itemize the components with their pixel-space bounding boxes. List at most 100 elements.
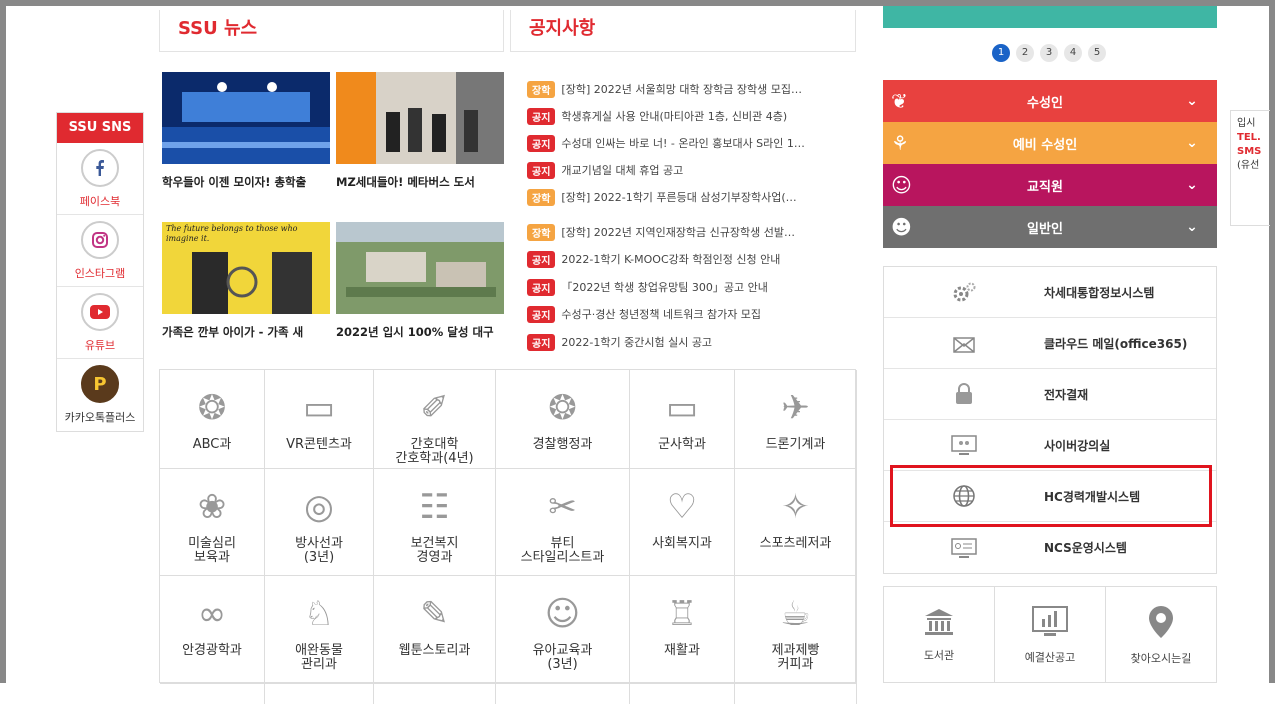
instagram-icon (81, 220, 119, 259)
notice-item[interactable]: 공지 수성구·경산 청년정책 네트워크 참가자 모집 (527, 304, 847, 324)
department-item[interactable]: ✂ 뷰티 스타일리스트과 (496, 469, 630, 576)
department-item[interactable]: ♡ 사회복지과 (630, 469, 735, 576)
department-item[interactable]: ▭ 군사학과 (630, 370, 735, 469)
department-item[interactable]: ❂ 경찰행정과 (496, 370, 630, 469)
department-item[interactable]: ✎ 웹툰스토리과 (374, 576, 496, 684)
department-item[interactable]: ✧ 스포츠레저과 (735, 469, 857, 576)
role-menu-students[interactable]: ❦ 수성인 ⌄ (883, 80, 1217, 122)
notice-badge: 공지 (527, 134, 556, 152)
page-dot[interactable]: 5 (1088, 44, 1106, 62)
department-item[interactable]: ✐ 간호대학 간호학과(4년) (374, 370, 496, 469)
role-label: 수성인 (1027, 95, 1063, 111)
lock-icon (884, 382, 1044, 406)
system-link[interactable]: 사이버강의실 (884, 420, 1216, 471)
system-label: 클라우드 메일(office365) (1044, 336, 1188, 351)
notice-item[interactable]: 공지 학생휴게실 사용 안내(마티아관 1층, 신비관 4층) (527, 106, 847, 126)
department-label: 애완동물 관리과 (295, 643, 343, 672)
banner-slide[interactable] (883, 6, 1217, 28)
role-menu-prospective[interactable]: ⚘ 예비 수성인 ⌄ (883, 122, 1217, 164)
notice-badge: 공지 (527, 333, 556, 351)
sns-sidebar: SSU SNS 페이스북 인스타그램 유튜브 P 카카오톡플러스 (56, 112, 144, 432)
notice-badge: 공지 (527, 161, 556, 179)
news-item[interactable]: MZ세대들아! 메타버스 도서 (336, 72, 504, 190)
system-link[interactable]: NCS운영시스템 (884, 522, 1216, 573)
department-item[interactable]: ☕ 제과제빵 커피과 (735, 576, 857, 684)
notice-text: 학생휴게실 사용 안내(마티아관 1층, 신비관 4층) (561, 110, 788, 123)
notice-text: [장학] 2022년 지역인재장학금 신규장학생 선발… (561, 226, 796, 239)
notice-text: [장학] 2022-1학기 푸른등대 삼성기부장학사업(… (561, 191, 797, 204)
rehab-icon: ♖ (666, 594, 698, 634)
notice-badge: 공지 (527, 250, 556, 268)
department-item-partial[interactable] (735, 684, 857, 704)
notice-item[interactable]: 공지 2022-1학기 중간시험 실시 공고 (527, 332, 847, 352)
system-label: 전자결재 (1044, 387, 1089, 402)
system-link[interactable]: 차세대통합정보시스템 (884, 267, 1216, 318)
facebook-icon (81, 148, 119, 187)
heart-hands-icon: ♡ (666, 487, 698, 527)
sns-kakao[interactable]: P 카카오톡플러스 (57, 359, 143, 431)
page-dot[interactable]: 4 (1064, 44, 1082, 62)
notice-item[interactable]: 공지 수성대 인싸는 바로 너! - 온라인 홍보대사 S라인 1… (527, 133, 847, 153)
sns-facebook[interactable]: 페이스북 (57, 143, 143, 215)
system-link[interactable]: 클라우드 메일(office365) (884, 318, 1216, 369)
department-item-partial[interactable] (630, 684, 735, 704)
department-item-partial[interactable] (265, 684, 374, 704)
page-dot[interactable]: 2 (1016, 44, 1034, 62)
notice-item[interactable]: 장학 [장학] 2022년 서울희망 대학 장학금 장학생 모집… (527, 79, 847, 99)
system-link[interactable]: 전자결재 (884, 369, 1216, 420)
department-item[interactable]: ♘ 애완동물 관리과 (265, 576, 374, 684)
quick-link-directions[interactable]: 찾아오시는길 (1106, 587, 1216, 682)
notice-item[interactable]: 공지 「2022년 학생 창업유망팀 300」공고 안내 (527, 277, 847, 297)
page-dot[interactable]: 1 (992, 44, 1010, 62)
chevron-down-icon: ⌄ (1186, 135, 1198, 151)
department-item-partial[interactable] (160, 684, 265, 704)
drone-icon: ✈ (781, 388, 810, 428)
notice-section-title[interactable]: 공지사항 (510, 10, 856, 52)
notice-badge: 공지 (527, 278, 556, 296)
news-item[interactable]: The future belongs to those who imagine … (162, 222, 330, 340)
notice-item[interactable]: 공지 개교기념일 대체 휴업 공고 (527, 160, 847, 180)
news-item[interactable]: 학우들아 이젠 모이자! 총학출 (162, 72, 330, 190)
notice-text: [장학] 2022년 서울희망 대학 장학금 장학생 모집… (561, 83, 803, 96)
notice-text: 수성대 인싸는 바로 너! - 온라인 홍보대사 S라인 1… (561, 137, 805, 150)
sns-instagram[interactable]: 인스타그램 (57, 215, 143, 287)
quick-link-budget[interactable]: 예결산공고 (995, 587, 1106, 682)
quick-link-library[interactable]: 도서관 (884, 587, 995, 682)
news-item[interactable]: 2022년 입시 100% 달성 대구 (336, 222, 504, 340)
sns-title: SSU SNS (57, 113, 143, 143)
department-item[interactable]: ☷ 보건복지 경영과 (374, 469, 496, 576)
department-item[interactable]: ▭ VR콘텐츠과 (265, 370, 374, 469)
department-item[interactable]: ☺ 유아교육과 (3년) (496, 576, 630, 684)
window-frame-left (0, 0, 6, 683)
department-label: 스포츠레저과 (759, 536, 832, 551)
system-links: 차세대통합정보시스템 클라우드 메일(office365) 전자결재 사이버강의… (883, 266, 1217, 574)
department-item[interactable]: ◎ 방사선과 (3년) (265, 469, 374, 576)
youtube-icon (81, 292, 119, 331)
chart-board-icon (1032, 605, 1068, 636)
staff-icon: ☺ (891, 173, 912, 197)
page-dot[interactable]: 3 (1040, 44, 1058, 62)
notice-item[interactable]: 장학 [장학] 2022-1학기 푸른등대 삼성기부장학사업(… (527, 187, 847, 207)
sns-youtube[interactable]: 유튜브 (57, 287, 143, 359)
role-menu-public[interactable]: ☻ 일반인 ⌄ (883, 206, 1217, 248)
department-item[interactable]: ∞ 안경광학과 (160, 576, 265, 684)
department-item[interactable]: ♖ 재활과 (630, 576, 735, 684)
department-label: 경찰행정과 (532, 437, 593, 452)
news-section-title[interactable]: SSU 뉴스 (159, 10, 504, 52)
department-item-partial[interactable] (374, 684, 496, 704)
chevron-down-icon: ⌄ (1186, 177, 1198, 193)
people-icon: ☻ (891, 215, 912, 239)
news-thumbnail (336, 222, 504, 314)
department-item[interactable]: ❂ ABC과 (160, 370, 265, 469)
sns-label: 카카오톡플러스 (64, 411, 136, 424)
highlight-box (890, 465, 1212, 527)
department-label: 미술심리 보육과 (188, 536, 236, 565)
department-label: 재활과 (664, 643, 700, 658)
department-label: 웹툰스토리과 (398, 643, 471, 658)
role-menu-staff[interactable]: ☺ 교직원 ⌄ (883, 164, 1217, 206)
department-item[interactable]: ❀ 미술심리 보육과 (160, 469, 265, 576)
department-item-partial[interactable] (496, 684, 630, 704)
notice-item[interactable]: 공지 2022-1학기 K-MOOC강좌 학점인정 신청 안내 (527, 249, 847, 269)
department-item[interactable]: ✈ 드론기계과 (735, 370, 857, 469)
notice-item[interactable]: 장학 [장학] 2022년 지역인재장학금 신규장학생 선발… (527, 222, 847, 242)
